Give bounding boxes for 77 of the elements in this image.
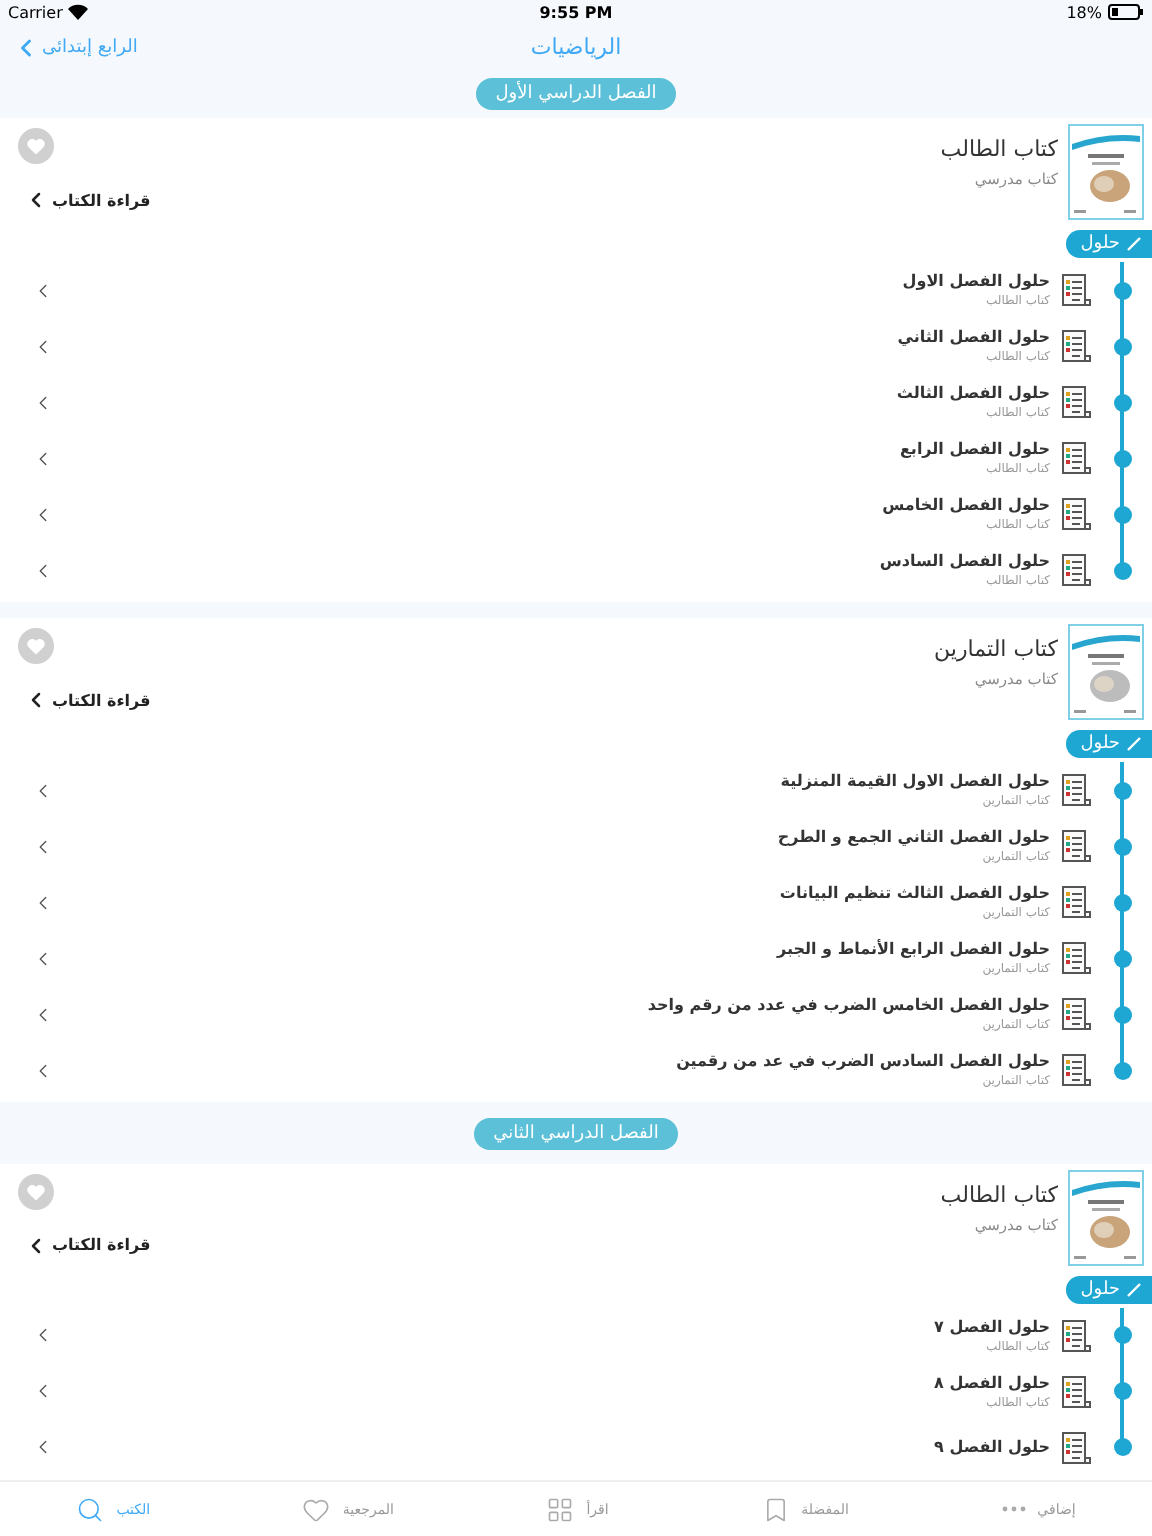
chapter-title: حلول الفصل الرابع [897,440,1050,459]
chapter-title: حلول الفصل السادس [877,552,1050,571]
timeline-dot [1113,393,1131,412]
timeline-dot [1113,949,1131,968]
read-book-link[interactable]: قراءة الكتاب [24,688,151,713]
screen-title: الرياضيات [530,33,622,60]
wifi-icon [68,4,89,21]
read-book-link[interactable]: قراءة الكتاب [24,1233,151,1258]
timeline-dot [1113,1061,1131,1080]
document-icon [1060,328,1092,365]
solutions-tag: حلول [1066,730,1152,759]
semester-label: الفصل الدراسي الأول [475,77,677,110]
chapter-title: حلول الفصل الثاني الجمع و الطرح [775,828,1050,847]
pencil-icon [1126,1281,1142,1298]
search-icon [76,1495,105,1523]
read-book-link[interactable]: قراءة الكتاب [24,188,151,213]
solutions-tag: حلول [1066,1275,1152,1304]
document-icon [1060,1317,1092,1354]
favorite-button[interactable] [18,128,54,165]
timeline-dot [1113,1326,1131,1345]
document-icon [1060,1052,1092,1089]
book-title: كتاب التمارين [932,636,1058,663]
timeline-dot [1113,1438,1131,1457]
timeline-dot [1113,449,1131,468]
timeline-dot [1113,1005,1131,1024]
battery-percent: 18% [1066,3,1102,22]
timeline-dot [1113,837,1131,856]
document-icon [1060,440,1092,477]
battery-icon [1107,4,1144,21]
document-icon [1060,996,1092,1033]
timeline-dot [1113,893,1131,912]
chapter-title: حلول الفصل ٨ [932,1373,1050,1392]
document-icon [1060,828,1092,865]
heart-icon [26,636,46,657]
book-title: كتاب الطالب [938,1181,1058,1208]
book-title: كتاب الطالب [938,136,1058,163]
solutions-tag: حلول [1066,230,1152,259]
pencil-icon [1126,736,1142,753]
heart-icon [302,1495,331,1523]
chapter-title: حلول الفصل ٩ [932,1438,1050,1457]
grid-icon [546,1495,575,1523]
chapter-title: حلول الفصل الخامس [880,496,1050,515]
document-icon [1060,940,1092,977]
chapter-title: حلول الفصل السادس الضرب في عد من رقمين [674,1052,1050,1071]
timeline-dot [1113,561,1131,580]
heart-icon [26,136,46,157]
chapter-title: حلول الفصل الرابع الأنماط و الجبر [774,940,1050,959]
chapter-title: حلول الفصل الثالث [894,384,1050,403]
chapter-title: حلول الفصل الاول القيمة المنزلية [778,772,1050,791]
document-icon [1060,1373,1092,1410]
document-icon [1060,272,1092,309]
chapter-title: حلول الفصل الثالث تنظيم البيانات [777,884,1050,903]
document-icon [1060,1429,1092,1466]
bookmark-icon [761,1495,790,1523]
chapter-title: حلول الفصل الخامس الضرب في عدد من رقم واحد [645,996,1050,1015]
more-icon [1001,1506,1026,1512]
clock: 9:55 PM [539,3,613,22]
timeline-dot [1113,781,1131,800]
timeline-dot [1113,1382,1131,1401]
favorite-button[interactable] [18,628,54,665]
document-icon [1060,884,1092,921]
document-icon [1060,772,1092,809]
heart-icon [26,1181,46,1202]
favorite-button[interactable] [18,1173,54,1210]
document-icon [1060,552,1092,589]
chapter-title: حلول الفصل الاول [900,272,1050,291]
document-icon [1060,496,1092,533]
chapter-title: حلول الفصل ٧ [932,1317,1050,1336]
timeline-dot [1113,337,1131,356]
document-icon [1060,384,1092,421]
pencil-icon [1126,236,1142,253]
carrier-label: Carrier [8,3,63,22]
semester-label: الفصل الدراسي الثاني [473,1117,679,1150]
timeline-dot [1113,505,1131,524]
timeline-dot [1113,281,1131,300]
chapter-title: حلول الفصل الثاني [895,328,1050,347]
chapter-row[interactable]: حلول الفصل ٩ [0,1419,1152,1476]
